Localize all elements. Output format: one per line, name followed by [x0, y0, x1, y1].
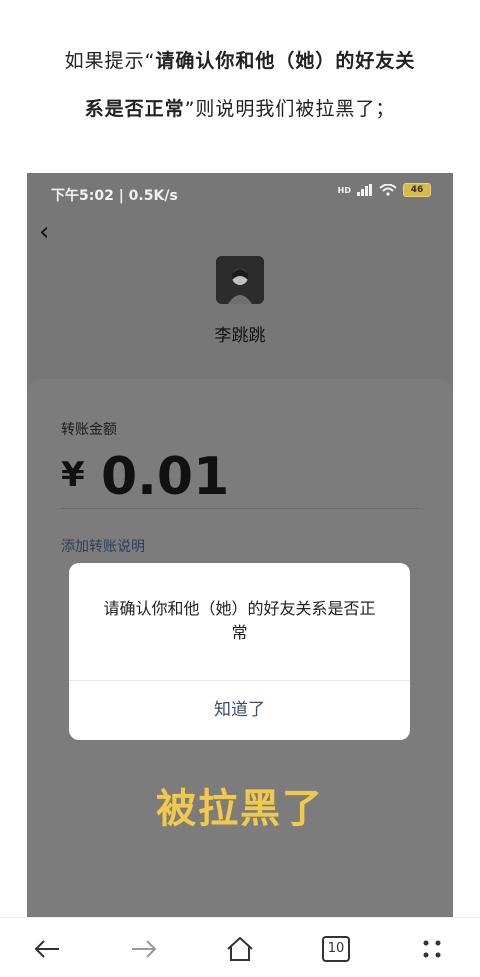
dialog-message: 请确认你和他（她）的好友关系是否正常 — [103, 599, 376, 642]
home-icon[interactable] — [223, 934, 257, 964]
forward-arrow-icon[interactable] — [127, 934, 161, 964]
article-line2-suffix: ”则说明我们被拉黑了； — [184, 98, 396, 120]
battery-icon: 46 — [403, 183, 431, 197]
browser-bottom-bar: 10 — [0, 917, 480, 977]
avatar — [216, 256, 264, 304]
alert-dialog: 请确认你和他（她）的好友关系是否正常 知道了 — [69, 563, 410, 740]
battery-level: 46 — [410, 185, 424, 195]
status-icons: HD 46 — [338, 183, 431, 197]
amount-input[interactable]: 0.01 — [101, 447, 229, 507]
contact-name: 李跳跳 — [214, 326, 266, 346]
amount-label: 转账金额 — [61, 422, 117, 438]
dialog-ok-button[interactable]: 知道了 — [69, 681, 410, 740]
signal-icon — [357, 184, 372, 196]
back-arrow-icon[interactable] — [30, 934, 64, 964]
overlay-caption: 被拉黑了 — [156, 786, 324, 832]
article-line1-prefix: 如果提示“ — [64, 50, 156, 72]
wifi-icon — [379, 184, 397, 196]
avatar-figure-icon — [216, 256, 264, 304]
more-icon[interactable] — [415, 934, 449, 964]
article-line2-bold: 系是否正常 — [84, 98, 185, 120]
article-line-2: 系是否正常”则说明我们被拉黑了； — [0, 94, 480, 121]
tabs-icon[interactable]: 10 — [319, 934, 353, 964]
back-chevron-icon[interactable]: ‹ — [39, 217, 49, 247]
article-line1-bold: 请确认你和他（她）的好友关 — [155, 50, 416, 72]
add-note-link[interactable]: 添加转账说明 — [61, 536, 145, 556]
embedded-screenshot: 下午5:02 | 0.5K/s HD 46 ‹ 李跳跳 转账金额 ¥ 0.01 … — [27, 173, 453, 917]
status-time-speed: 下午5:02 | 0.5K/s — [51, 188, 178, 204]
article-line-1: 如果提示“请确认你和他（她）的好友关 — [0, 46, 480, 73]
amount-divider — [61, 508, 419, 509]
hd-badge: HD — [337, 185, 351, 195]
tabs-count: 10 — [322, 936, 350, 962]
page: 如果提示“请确认你和他（她）的好友关 系是否正常”则说明我们被拉黑了； 下午5:… — [0, 0, 480, 977]
currency-symbol: ¥ — [61, 455, 85, 495]
status-bar: 下午5:02 | 0.5K/s HD 46 — [27, 173, 453, 213]
